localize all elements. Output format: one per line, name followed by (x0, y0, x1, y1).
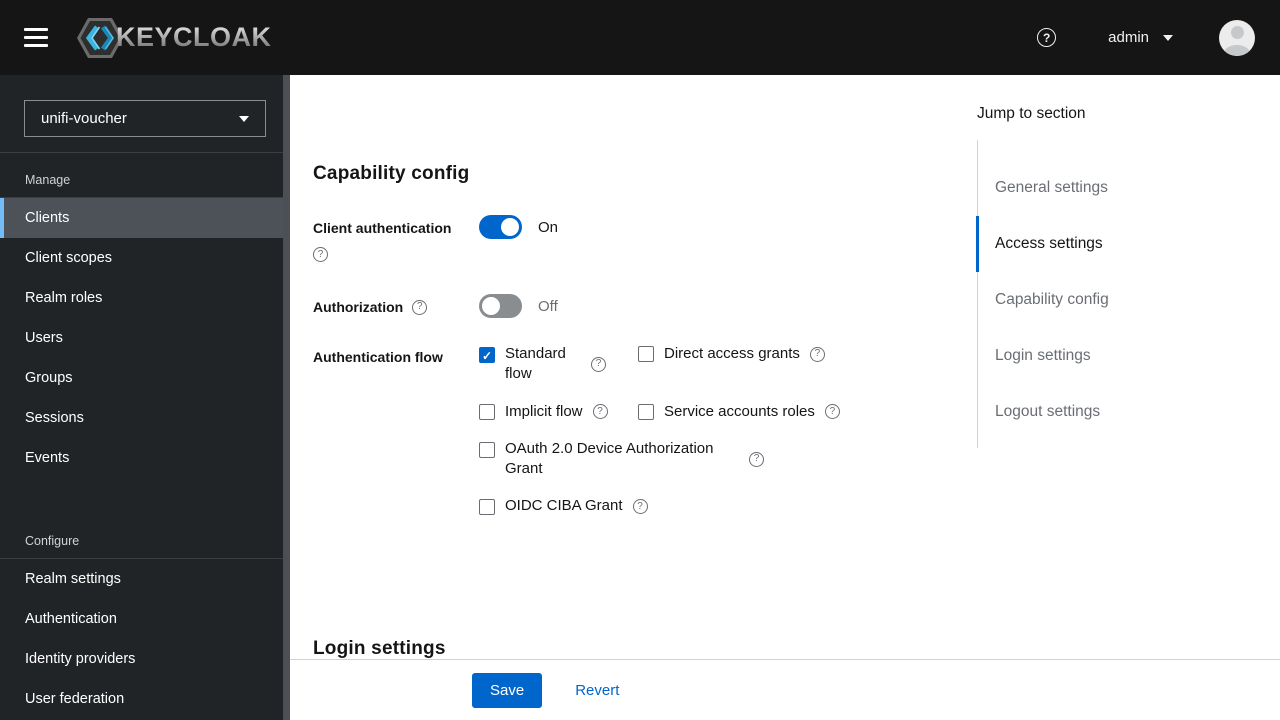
sidebar-item-authentication[interactable]: Authentication (0, 599, 290, 639)
service-accounts-roles-option: Service accounts roles ? (638, 402, 840, 422)
client-authentication-row: Client authentication ? On (313, 215, 958, 263)
implicit-flow-option: Implicit flow ? (479, 402, 638, 422)
capability-config-section: Capability config Client authentication … (313, 163, 958, 690)
sidebar-item-realm-settings[interactable]: Realm settings (0, 559, 290, 599)
client-authentication-label: Client authentication ? (313, 215, 479, 263)
sidebar-item-identity-providers[interactable]: Identity providers (0, 639, 290, 679)
chevron-down-icon (239, 115, 249, 122)
sidebar-item-user-federation[interactable]: User federation (0, 679, 290, 719)
form-action-bar: Save Revert (290, 659, 1280, 720)
help-icon[interactable]: ? (809, 346, 825, 362)
oidc-ciba-grant-option: OIDC CIBA Grant ? (479, 496, 648, 516)
brand-text: KEYCLOAK (116, 22, 272, 52)
oidc-ciba-grant-label[interactable]: OIDC CIBA Grant (505, 496, 623, 516)
nav-section-title-configure: Configure (0, 514, 290, 559)
help-icon[interactable]: ? (1037, 28, 1057, 47)
authorization-row: Authorization ? Off (313, 294, 958, 319)
sidebar-item-events[interactable]: Events (0, 438, 290, 478)
sidebar-nav: unifi-voucher Manage Clients Client scop… (0, 75, 290, 720)
jump-link-list: General settings Access settings Capabil… (976, 140, 1262, 448)
save-button[interactable]: Save (472, 672, 543, 708)
jump-link-capability-config[interactable]: Capability config (976, 272, 1262, 328)
jump-link-general-settings[interactable]: General settings (976, 160, 1262, 216)
login-settings-title: Login settings (313, 637, 446, 659)
login-settings-section: Login settings (313, 638, 958, 660)
help-icon[interactable]: ? (749, 451, 764, 467)
user-menu[interactable]: admin (1108, 29, 1173, 46)
authorization-toggle[interactable] (479, 294, 522, 319)
realm-selector[interactable]: unifi-voucher (24, 100, 266, 137)
chevron-down-icon (1163, 34, 1173, 41)
service-accounts-roles-checkbox[interactable] (638, 403, 654, 420)
implicit-flow-label[interactable]: Implicit flow (505, 402, 583, 422)
authorization-state: Off (538, 297, 558, 315)
service-accounts-roles-label[interactable]: Service accounts roles (664, 402, 815, 422)
help-icon[interactable]: ? (591, 356, 606, 372)
client-authentication-toggle[interactable] (479, 215, 522, 239)
sidebar-item-users[interactable]: Users (0, 318, 290, 358)
nav-section-title-manage: Manage (0, 153, 290, 198)
direct-access-grants-option: Direct access grants ? (638, 344, 825, 364)
nav-group-configure: Configure Realm settings Authentication … (0, 514, 290, 719)
direct-access-grants-label[interactable]: Direct access grants (664, 344, 800, 364)
implicit-flow-checkbox[interactable] (479, 403, 495, 420)
jump-to-section-panel: Jump to section General settings Access … (976, 105, 1262, 448)
jump-link-access-settings[interactable]: Access settings (976, 216, 1262, 272)
jump-link-login-settings[interactable]: Login settings (976, 328, 1262, 384)
oauth-device-grant-checkbox[interactable] (479, 441, 495, 458)
sidebar-scrollbar[interactable] (283, 75, 290, 720)
oidc-ciba-grant-checkbox[interactable] (479, 498, 495, 515)
capability-config-title: Capability config (313, 163, 470, 184)
oauth-device-grant-option: OAuth 2.0 Device Authorization Grant ? (479, 439, 764, 480)
sidebar-item-realm-roles[interactable]: Realm roles (0, 278, 290, 318)
sidebar-item-clients[interactable]: Clients (0, 198, 290, 238)
oauth-device-grant-label[interactable]: OAuth 2.0 Device Authorization Grant (505, 439, 735, 480)
help-icon[interactable]: ? (824, 404, 840, 420)
jump-link-logout-settings[interactable]: Logout settings (976, 384, 1262, 440)
authentication-flow-label: Authentication flow (313, 349, 443, 366)
client-authentication-state: On (538, 218, 559, 236)
standard-flow-checkbox[interactable] (479, 347, 495, 364)
sidebar-item-client-scopes[interactable]: Client scopes (0, 238, 290, 278)
direct-access-grants-checkbox[interactable] (638, 346, 654, 363)
authorization-label: Authorization ? (313, 294, 479, 316)
hamburger-menu-icon[interactable] (24, 23, 48, 52)
realm-selector-value: unifi-voucher (41, 110, 127, 127)
revert-button[interactable]: Revert (575, 682, 619, 699)
avatar[interactable] (1219, 19, 1255, 56)
sidebar-item-sessions[interactable]: Sessions (0, 398, 290, 438)
sidebar-item-groups[interactable]: Groups (0, 358, 290, 398)
user-name: admin (1108, 29, 1149, 46)
standard-flow-option: Standard flow ? (479, 344, 638, 385)
authentication-flow-row: Authentication flow Standard flow ? Dire… (313, 344, 958, 534)
keycloak-logo: KEYCLOAK (76, 16, 272, 60)
help-icon[interactable]: ? (412, 299, 428, 315)
masthead: KEYCLOAK ? admin (0, 0, 1280, 75)
help-icon[interactable]: ? (592, 404, 608, 420)
help-icon[interactable]: ? (632, 499, 648, 515)
main-panel: Capability config Client authentication … (290, 75, 1280, 720)
standard-flow-label[interactable]: Standard flow (505, 344, 573, 385)
nav-group-manage: Manage Clients Client scopes Realm roles… (0, 153, 290, 478)
avatar-person-icon (1230, 25, 1244, 39)
jump-to-section-title: Jump to section (977, 105, 1086, 122)
help-icon[interactable]: ? (313, 247, 328, 263)
